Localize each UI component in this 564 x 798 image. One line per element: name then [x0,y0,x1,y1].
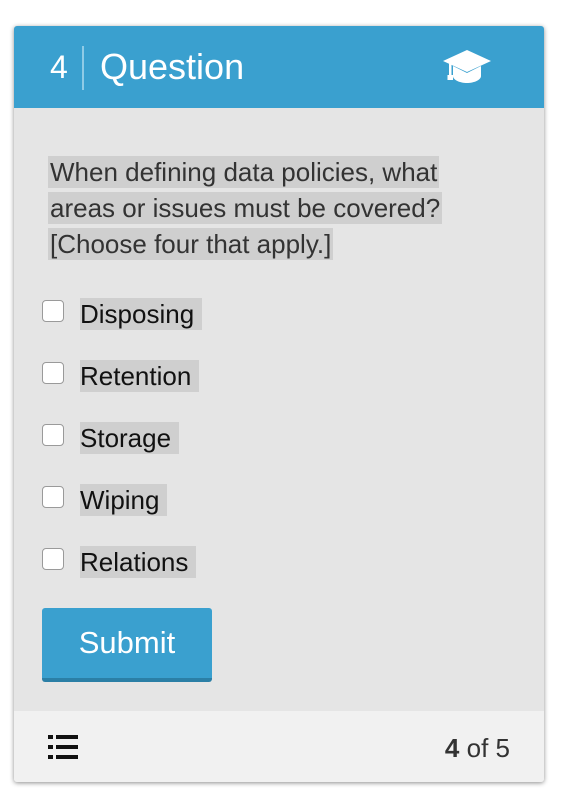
current-question: 4 [444,733,460,763]
option-retention[interactable]: Retention [42,360,522,422]
question-body: When defining data policies, what areas … [14,108,544,711]
option-relations[interactable]: Relations [42,546,522,608]
option-label[interactable]: Disposing [80,298,203,330]
pager-of-text: of [466,733,489,763]
header-divider [82,46,84,90]
checkbox[interactable] [42,300,64,322]
question-prompt: When defining data policies, what areas … [48,154,478,262]
list-icon[interactable] [48,735,78,759]
total-questions: 5 [495,733,510,763]
option-disposing[interactable]: Disposing [42,298,522,360]
answer-options: Disposing Retention Storage Wiping Relat… [42,298,522,608]
submit-button[interactable]: Submit [42,608,212,682]
question-header: 4 Question [14,26,544,108]
question-prompt-text: When defining data policies, what areas … [48,156,443,260]
option-storage[interactable]: Storage [42,422,522,484]
checkbox[interactable] [42,362,64,384]
option-label[interactable]: Relations [80,546,197,578]
checkbox[interactable] [42,486,64,508]
question-number: 4 [50,49,68,85]
question-pager: 4 of 5 [445,731,510,765]
checkbox[interactable] [42,424,64,446]
question-card: 4 Question When defining data policies, … [14,26,544,782]
option-label[interactable]: Storage [80,422,180,454]
option-label[interactable]: Retention [80,360,200,392]
option-wiping[interactable]: Wiping [42,484,522,546]
question-footer: 4 of 5 [14,711,544,782]
graduation-cap-icon [443,50,491,83]
option-label[interactable]: Wiping [80,484,168,516]
checkbox[interactable] [42,548,64,570]
question-title: Question [100,46,245,87]
